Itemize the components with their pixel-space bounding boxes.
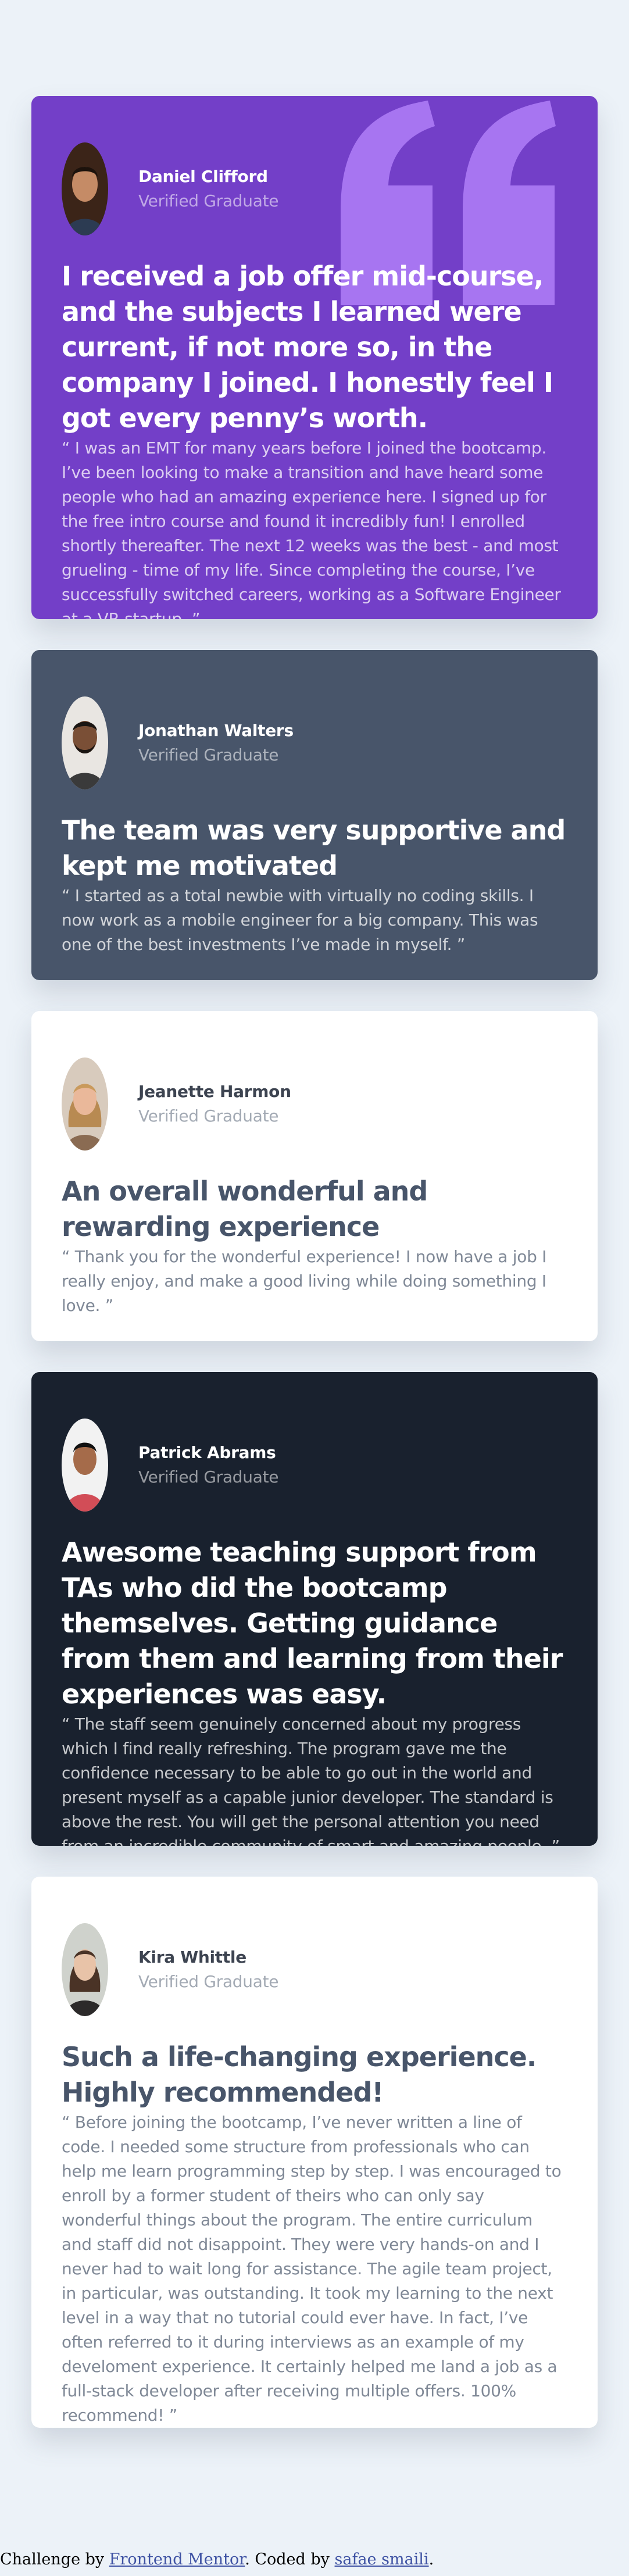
reviewer-role: Verified Graduate <box>138 1972 279 1991</box>
testimonial-headline: An overall wonderful and rewarding exper… <box>62 1176 428 1242</box>
avatar <box>62 142 108 235</box>
reviewer-name: Patrick Abrams <box>138 1443 276 1462</box>
testimonial-card-patrick: Patrick Abrams Verified Graduate Awesome… <box>31 1372 598 1846</box>
reviewer-name: Jeanette Harmon <box>138 1082 291 1101</box>
card-header: Kira Whittle Verified Graduate <box>62 1922 567 2017</box>
testimonial-headline: Awesome teaching support from TAs who di… <box>62 1537 563 1710</box>
avatar <box>62 1419 108 1512</box>
reviewer-role: Verified Graduate <box>138 745 279 764</box>
testimonial-card-kira: Kira Whittle Verified Graduate Such a li… <box>31 1877 598 2428</box>
woman-portrait-icon <box>62 1923 108 2016</box>
testimonial-headline: I received a job offer mid-course, and t… <box>62 260 553 434</box>
testimonial-quote: “ Before joining the bootcamp, I’ve neve… <box>62 2113 562 2425</box>
man-portrait-icon <box>62 1419 108 1512</box>
card-header: Jeanette Harmon Verified Graduate <box>62 1056 567 1152</box>
frontend-mentor-link[interactable]: Frontend Mentor <box>109 2550 245 2568</box>
avatar <box>62 1057 108 1151</box>
reviewer-name: Jonathan Walters <box>138 721 294 740</box>
testimonial-card-daniel: Daniel Clifford Verified Graduate I rece… <box>31 96 598 619</box>
reviewer-role: Verified Graduate <box>138 1106 279 1126</box>
man-portrait-icon <box>62 696 108 789</box>
attribution-prefix: Challenge by <box>0 2550 109 2568</box>
testimonial-headline: The team was very supportive and kept me… <box>62 814 566 881</box>
avatar <box>62 696 108 789</box>
attribution: Challenge by Frontend Mentor. Coded by s… <box>0 2548 434 2571</box>
attribution-middle: . Coded by <box>245 2550 335 2568</box>
reviewer-name: Daniel Clifford <box>138 167 268 186</box>
author-link[interactable]: safae smaili <box>335 2550 429 2568</box>
reviewer-role: Verified Graduate <box>138 191 279 210</box>
card-header: Patrick Abrams Verified Graduate <box>62 1417 567 1513</box>
testimonial-quote: “ The staff seem genuinely concerned abo… <box>62 1714 560 1846</box>
testimonial-headline: Such a life-changing experience. Highly … <box>62 2041 537 2108</box>
card-header: Jonathan Walters Verified Graduate <box>62 695 567 791</box>
woman-portrait-icon <box>62 1057 108 1151</box>
reviewer-role: Verified Graduate <box>138 1467 279 1487</box>
testimonial-quote: “ Thank you for the wonderful experience… <box>62 1247 547 1315</box>
testimonial-quote: “ I started as a total newbie with virtu… <box>62 886 538 954</box>
testimonial-quote: “ I was an EMT for many years before I j… <box>62 438 561 619</box>
testimonial-card-jeanette: Jeanette Harmon Verified Graduate An ove… <box>31 1011 598 1341</box>
attribution-suffix: . <box>428 2550 434 2568</box>
card-header: Daniel Clifford Verified Graduate <box>62 141 567 237</box>
man-portrait-icon <box>62 142 108 235</box>
reviewer-name: Kira Whittle <box>138 1948 246 1967</box>
avatar <box>62 1923 108 2016</box>
testimonial-card-jonathan: Jonathan Walters Verified Graduate The t… <box>31 650 598 980</box>
